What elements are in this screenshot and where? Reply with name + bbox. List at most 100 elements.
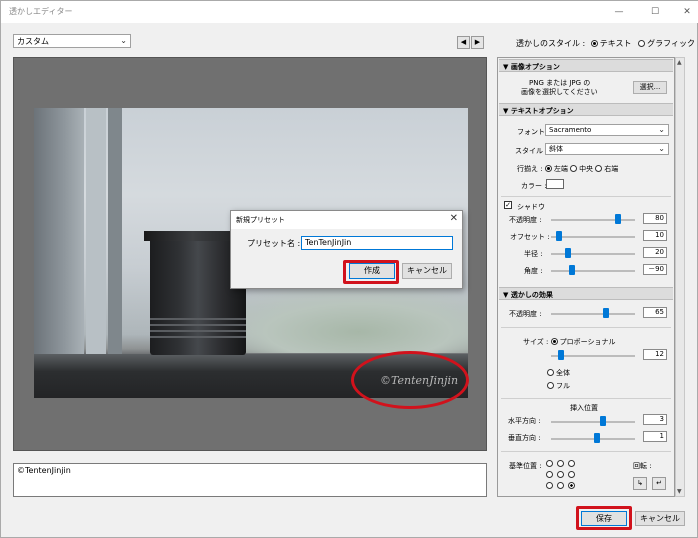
slider-thumb[interactable] [602, 308, 609, 318]
lens-rib [150, 324, 246, 326]
size-proportional-radio[interactable] [550, 338, 558, 345]
shadow-opacity-value[interactable]: 80 [643, 213, 667, 224]
horizontal-value[interactable]: 3 [643, 414, 667, 425]
title-bar: 透かしエディター — ☐ ✕ [1, 1, 698, 23]
scroll-up-icon[interactable]: ▲ [677, 59, 682, 66]
anchor-bottom-right[interactable] [568, 482, 575, 489]
color-swatch[interactable] [546, 179, 564, 189]
color-label: カラー : [521, 182, 547, 190]
effect-opacity-value[interactable]: 65 [643, 307, 667, 318]
lens-rib [150, 330, 246, 332]
effect-opacity-slider[interactable] [551, 313, 635, 315]
close-button[interactable]: ✕ [679, 4, 695, 20]
align-center-radio[interactable] [570, 165, 578, 172]
anchor-top-center[interactable] [557, 460, 564, 467]
anchor-label: 基準位置 : [509, 462, 542, 470]
style-graphic-label: グラフィック [647, 39, 695, 48]
anchor-center[interactable] [557, 471, 564, 478]
vertical-slider[interactable] [551, 438, 635, 440]
align-left-radio[interactable] [544, 165, 552, 172]
size-fill-radio[interactable] [547, 382, 554, 389]
style-dropdown[interactable]: 斜体 ⌄ [545, 143, 669, 155]
divider [501, 398, 671, 399]
size-fill-option: フル [547, 381, 570, 391]
shadow-opacity-slider[interactable] [551, 219, 635, 221]
style-graphic-radio[interactable] [638, 40, 646, 47]
effects-header[interactable]: ▼ 透かしの効果 [499, 287, 673, 300]
window-frame [86, 108, 106, 358]
lens-rib [150, 318, 246, 320]
radius-value[interactable]: 20 [643, 247, 667, 258]
image-desc-line2: 画像を選択してください [521, 88, 598, 96]
slider-thumb[interactable] [564, 248, 571, 258]
chevron-down-icon: ⌄ [658, 125, 665, 134]
preset-name-input[interactable]: TenTenJinJin [301, 236, 453, 250]
font-dropdown[interactable]: Sacramento ⌄ [545, 124, 669, 136]
size-fit-label: 全体 [556, 369, 570, 377]
lens-rib [150, 336, 246, 338]
prev-image-button[interactable]: ◀ [457, 36, 470, 49]
style-text-radio[interactable] [590, 40, 598, 47]
text-options-header[interactable]: ▼ テキストオプション [499, 103, 673, 116]
anchor-middle-right[interactable] [568, 471, 575, 478]
close-icon[interactable]: ✕ [450, 213, 458, 224]
rotate-label: 回転 : [633, 462, 652, 470]
vertical-value[interactable]: 1 [643, 431, 667, 442]
divider [501, 451, 671, 452]
horizontal-slider[interactable] [551, 421, 635, 423]
style-label: スタイル : [515, 147, 548, 155]
maximize-button[interactable]: ☐ [647, 4, 663, 20]
rotate-clockwise-button[interactable]: ↳ [633, 477, 647, 490]
align-center-label: 中央 [579, 165, 594, 173]
footer-cancel-button[interactable]: キャンセル [635, 511, 685, 526]
rotate-counterclockwise-button[interactable]: ↵ [652, 477, 666, 490]
minimize-button[interactable]: — [611, 4, 627, 20]
size-group: サイズ : プロポーショナル [523, 337, 615, 347]
scroll-down-icon[interactable]: ▼ [677, 488, 682, 495]
angle-slider[interactable] [551, 270, 635, 272]
slider-thumb[interactable] [558, 350, 565, 360]
anchor-middle-left[interactable] [546, 471, 553, 478]
next-image-button[interactable]: ▶ [471, 36, 484, 49]
inset-label: 挿入位置 [570, 404, 598, 412]
anchor-bottom-left[interactable] [546, 482, 553, 489]
offset-slider[interactable] [551, 236, 635, 238]
angle-value[interactable]: －90 [643, 264, 667, 275]
slider-thumb[interactable] [556, 231, 563, 241]
slider-thumb[interactable] [594, 433, 601, 443]
anchor-bottom-center[interactable] [557, 482, 564, 489]
size-label: サイズ : [523, 338, 549, 346]
dialog-cancel-button[interactable]: キャンセル [402, 263, 452, 279]
dialog-title-bar: 新規プリセット ✕ [231, 211, 462, 229]
panel-scrollbar[interactable]: ▲ ▼ [675, 57, 685, 497]
dialog-title: 新規プリセット [236, 216, 285, 224]
angle-label: 角度 : [524, 267, 543, 275]
horizontal-label: 水平方向 : [508, 417, 541, 425]
shadow-checkbox[interactable]: ✓ [504, 201, 512, 209]
chevron-down-icon: ⌄ [120, 36, 127, 45]
anchor-top-left[interactable] [546, 460, 553, 467]
highlight-ellipse [351, 351, 469, 409]
style-text-label: テキスト [599, 39, 632, 48]
preset-dropdown[interactable]: カスタム ⌄ [13, 34, 131, 48]
image-options-header[interactable]: ▼ 画像オプション [499, 59, 673, 72]
vertical-label: 垂直方向 : [508, 434, 541, 442]
size-fit-radio[interactable] [547, 369, 554, 376]
size-value[interactable]: 12 [643, 349, 667, 360]
align-right-radio[interactable] [595, 165, 603, 172]
alignment-group: 行揃え : 左端 中央 右端 [517, 164, 618, 174]
size-fit-option: 全体 [547, 368, 570, 378]
choose-image-button[interactable]: 選択... [633, 81, 667, 94]
anchor-top-right[interactable] [568, 460, 575, 467]
preset-name-label: プリセット名 : [247, 239, 301, 248]
slider-thumb[interactable] [569, 265, 575, 275]
slider-thumb[interactable] [600, 416, 607, 426]
watermark-text-input[interactable]: ©TentenJinjin [13, 463, 487, 497]
watermark-style-group: 透かしのスタイル : テキスト グラフィック [516, 38, 695, 49]
shadow-opacity-label: 不透明度 : [509, 216, 542, 224]
slider-thumb[interactable] [615, 214, 622, 224]
offset-value[interactable]: 10 [643, 230, 667, 241]
align-right-label: 右端 [604, 165, 619, 173]
radius-slider[interactable] [551, 253, 635, 255]
watermark-style-label: 透かしのスタイル : [516, 39, 586, 48]
